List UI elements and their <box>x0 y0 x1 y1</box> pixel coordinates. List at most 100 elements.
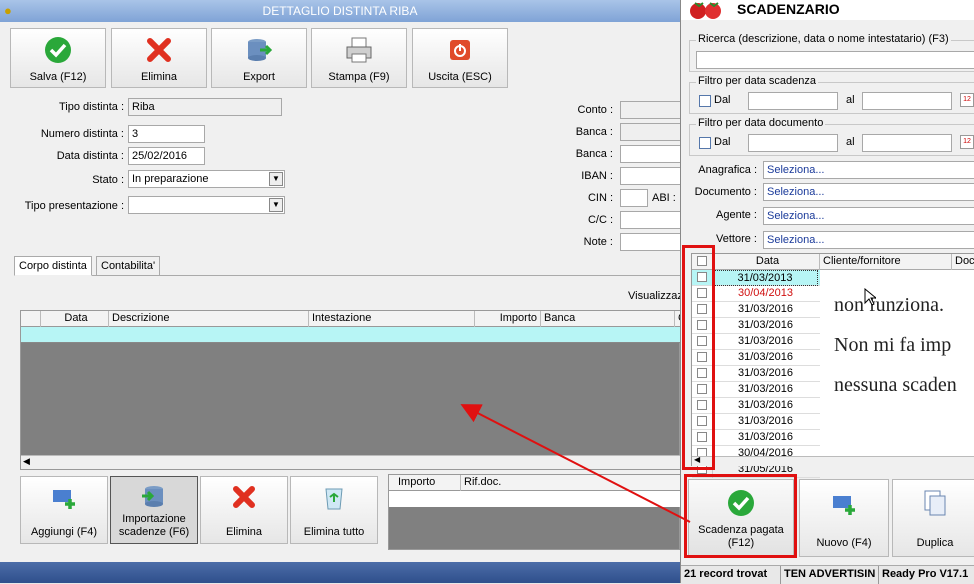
delete-row-button[interactable]: Elimina <box>200 476 288 544</box>
cc-label: C/C : <box>587 214 613 226</box>
app-logo-icon: ● <box>4 3 12 18</box>
al-date-input[interactable] <box>862 134 952 152</box>
banca-input-2[interactable] <box>620 145 682 163</box>
new-button[interactable]: Nuovo (F4) <box>799 479 889 557</box>
tab-contabilita[interactable]: Contabilita' <box>96 256 161 276</box>
dal-label: Dal <box>714 94 731 106</box>
sub-grid-header: Importo Rif.doc. <box>389 475 681 491</box>
note-input[interactable] <box>620 233 682 251</box>
export-button[interactable]: Export <box>211 28 307 88</box>
horizontal-scrollbar[interactable]: ◀ <box>692 455 974 466</box>
conto-label: Conto : <box>577 104 613 116</box>
mouse-pointer-icon <box>864 288 876 306</box>
row-date: 31/03/2016 <box>712 430 818 446</box>
window-title: DETTAGLIO DISTINTA RIBA <box>0 0 680 22</box>
status-version: Ready Pro V17.1 <box>882 568 969 580</box>
data-distinta-input[interactable]: 25/02/2016 <box>128 147 205 165</box>
chevron-down-icon[interactable]: ▼ <box>269 198 283 212</box>
grid-header-data[interactable]: Data <box>41 311 109 327</box>
documento-select[interactable]: Seleziona... <box>763 183 974 201</box>
banca-label-1: Banca : <box>575 126 613 138</box>
filter-scadenza-caption: Filtro per data scadenza <box>696 75 819 87</box>
grid-header-documento[interactable]: Docu <box>952 254 974 270</box>
grid-header-intestazione[interactable]: Intestazione <box>309 311 475 327</box>
print-button[interactable]: Stampa (F9) <box>311 28 407 88</box>
stato-select[interactable]: In preparazione ▼ <box>128 170 285 188</box>
search-group: Ricerca (descrizione, data o nome intest… <box>689 33 974 72</box>
iban-input[interactable] <box>620 167 682 185</box>
note-label: Note : <box>583 236 613 248</box>
note-line-2: Non mi fa imp <box>834 334 952 356</box>
vettore-label: Vettore : <box>716 233 757 245</box>
row-date: 31/03/2016 <box>712 366 818 382</box>
table-row[interactable] <box>21 327 681 343</box>
cin-input[interactable] <box>620 189 648 207</box>
row-date: 30/04/2013 <box>712 286 818 302</box>
calendar-icon[interactable]: 12 <box>960 93 974 107</box>
row-date: 31/03/2016 <box>712 382 818 398</box>
dal-checkbox[interactable] <box>699 137 711 149</box>
grid-header-cliente-fornitore[interactable]: Cliente/fornitore <box>820 254 952 270</box>
sub-grid-row[interactable] <box>389 491 681 507</box>
tipo-distinta-field: Riba <box>128 98 282 116</box>
vettore-select[interactable]: Seleziona... <box>763 231 974 249</box>
tipo-presentazione-select[interactable]: ▼ <box>128 196 285 214</box>
sub-grid-header-rifdoc[interactable]: Rif.doc. <box>461 475 681 491</box>
delete-all-button[interactable]: Elimina tutto <box>290 476 378 544</box>
grid-header-importo[interactable]: Importo <box>475 311 541 327</box>
scadenze-grid[interactable]: Data Cliente/fornitore Docu 31/03/201330… <box>691 253 974 478</box>
note-line-3: nessuna scaden <box>834 374 957 396</box>
row-date: 31/03/2016 <box>712 350 818 366</box>
search-input[interactable] <box>696 51 974 69</box>
tab-corpo-distinta[interactable]: Corpo distinta <box>14 256 92 276</box>
al-label: al <box>846 136 855 148</box>
stato-label: Stato : <box>92 174 124 186</box>
dal-date-input[interactable] <box>748 134 838 152</box>
row-date: 31/03/2016 <box>712 302 818 318</box>
add-icon <box>53 490 75 509</box>
import-scadenze-button[interactable]: Importazione scadenze (F6) <box>110 476 198 544</box>
exit-button[interactable]: Uscita (ESC) <box>412 28 508 88</box>
grid-header-banca[interactable]: Banca <box>541 311 675 327</box>
status-record-count: 21 record trovat <box>681 566 781 584</box>
filter-scadenza-group: Filtro per data scadenza Dal al 12 <box>689 75 974 114</box>
calendar-icon[interactable]: 12 <box>960 135 974 149</box>
add-icon <box>833 496 855 515</box>
cc-input[interactable] <box>620 211 682 229</box>
al-date-input[interactable] <box>862 92 952 110</box>
export-button-label: Export <box>243 71 275 83</box>
filter-documento-group: Filtro per data documento Dal al 12 <box>689 117 974 156</box>
agente-select[interactable]: Seleziona... <box>763 207 974 225</box>
grid-header-data[interactable]: Data <box>712 254 820 270</box>
cin-label: CIN : <box>587 192 613 204</box>
iban-label: IBAN : <box>581 170 613 182</box>
scroll-left-icon[interactable]: ◀ <box>23 456 30 467</box>
anagrafica-select[interactable]: Seleziona... <box>763 161 974 179</box>
dal-checkbox[interactable] <box>699 95 711 107</box>
add-button[interactable]: Aggiungi (F4) <box>20 476 108 544</box>
chevron-down-icon[interactable]: ▼ <box>269 172 283 186</box>
window-title-bar: SCADENZARIO <box>681 0 974 20</box>
delete-all-label: Elimina tutto <box>303 526 365 538</box>
exit-icon <box>450 40 470 60</box>
agente-label: Agente : <box>716 209 757 221</box>
banca-field-1 <box>620 123 682 141</box>
duplicate-button-label: Duplica <box>916 537 954 549</box>
dal-date-input[interactable] <box>748 92 838 110</box>
row-date: 31/03/2013 <box>712 270 818 286</box>
status-bar: 21 record trovat TEN ADVERTISIN Ready Pr… <box>681 565 974 584</box>
delete-x-icon <box>147 38 171 62</box>
annotation-highlight-button <box>684 474 797 558</box>
sub-grid-header-importo[interactable]: Importo <box>395 475 461 491</box>
numero-distinta-input[interactable]: 3 <box>128 125 205 143</box>
horizontal-scrollbar[interactable]: ◀ <box>21 455 681 469</box>
print-button-label: Stampa (F9) <box>328 71 390 83</box>
delete-button[interactable]: Elimina <box>111 28 207 88</box>
grid-header-descrizione[interactable]: Descrizione <box>109 311 309 327</box>
distinta-grid[interactable]: Data Descrizione Intestazione Importo Ba… <box>20 310 686 470</box>
add-button-label: Aggiungi (F4) <box>30 526 98 538</box>
search-caption: Ricerca (descrizione, data o nome intest… <box>696 33 951 45</box>
sub-grid[interactable]: Importo Rif.doc. <box>388 474 681 550</box>
duplicate-button[interactable]: Duplica <box>892 479 974 557</box>
save-button[interactable]: Salva (F12) <box>10 28 106 88</box>
